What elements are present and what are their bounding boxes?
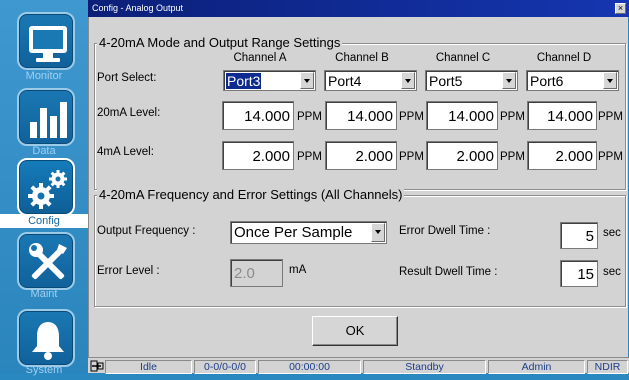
unit-label: PPM	[500, 151, 525, 163]
chevron-down-icon[interactable]	[401, 72, 415, 89]
field-value: 2.000	[456, 148, 494, 165]
connection-icon	[90, 360, 104, 372]
status-bar: Idle 0-0/0-0/0 00:00:00 Standby Admin ND…	[88, 357, 629, 374]
level-20ma-label: 20mA Level:	[97, 107, 161, 119]
gears-icon	[17, 158, 75, 216]
side-navigation: Monitor Data Config Maint System	[0, 0, 88, 376]
field-value: 2.000	[555, 148, 593, 165]
field-value: 2.000	[252, 148, 290, 165]
level-4ma-label: 4mA Level:	[97, 146, 154, 158]
level-4ma-channel-a[interactable]: 2.000	[222, 141, 294, 170]
channel-b-header: Channel B	[335, 52, 389, 64]
nav-item-system[interactable]: System	[0, 300, 88, 380]
output-frequency-label: Output Frequency :	[97, 225, 196, 237]
port-select-channel-a[interactable]: Port3	[223, 70, 316, 91]
group-title: 4-20mA Mode and Output Range Settings	[97, 35, 343, 50]
unit-label: PPM	[399, 151, 424, 163]
status-user: Admin	[488, 360, 585, 374]
field-value: 14.000	[448, 108, 494, 125]
status-counter: 0-0/0-0/0	[194, 360, 256, 374]
port-select-value: Port6	[530, 73, 564, 89]
channel-d-header: Channel D	[536, 52, 592, 64]
error-level-field[interactable]: 2.0	[230, 259, 283, 287]
channel-a-header: Channel A	[233, 52, 287, 64]
close-button[interactable]: ×	[615, 3, 626, 14]
nav-label: System	[25, 364, 63, 376]
port-select-channel-c[interactable]: Port5	[425, 70, 518, 91]
ma-unit-label: mA	[289, 264, 307, 276]
nav-item-maint[interactable]: Maint	[0, 230, 88, 310]
field-value: 2.0	[234, 265, 255, 282]
level-4ma-channel-c[interactable]: 2.000	[426, 141, 498, 170]
ok-button[interactable]: OK	[312, 316, 398, 346]
field-value: 14.000	[244, 108, 290, 125]
window-title: Config - Analog Output	[92, 3, 184, 13]
port-select-value: Port5	[429, 73, 463, 89]
result-dwell-field[interactable]: 15	[560, 260, 598, 287]
nav-label: Config	[0, 214, 88, 228]
nav-item-monitor[interactable]: Monitor	[0, 0, 88, 82]
status-sensor: NDIR	[587, 360, 628, 374]
chevron-down-icon[interactable]	[371, 223, 385, 242]
level-20ma-channel-a[interactable]: 14.000	[222, 101, 294, 130]
status-state: Idle	[105, 360, 192, 374]
field-value: 15	[577, 266, 594, 283]
port-select-channel-d[interactable]: Port6	[526, 70, 619, 91]
unit-label: PPM	[500, 111, 525, 123]
sec-unit-label: sec	[603, 227, 621, 239]
chevron-down-icon[interactable]	[502, 72, 516, 89]
chevron-down-icon[interactable]	[300, 72, 314, 89]
nav-item-data[interactable]: Data	[0, 76, 88, 157]
field-value: 14.000	[347, 108, 393, 125]
tools-icon	[17, 232, 75, 290]
window-title-bar: Config - Analog Output ×	[88, 0, 629, 17]
port-select-value: Port4	[328, 73, 362, 89]
port-select-label: Port Select:	[97, 72, 157, 84]
error-dwell-field[interactable]: 5	[560, 222, 598, 249]
error-dwell-label: Error Dwell Time :	[399, 225, 491, 237]
field-value: 5	[585, 228, 594, 245]
unit-label: PPM	[598, 151, 623, 163]
unit-label: PPM	[297, 151, 322, 163]
output-frequency-value: Once Per Sample	[234, 224, 353, 241]
nav-label: Maint	[30, 288, 58, 300]
port-select-channel-b[interactable]: Port4	[324, 70, 417, 91]
unit-label: PPM	[598, 111, 623, 123]
channel-c-header: Channel C	[435, 52, 491, 64]
bell-icon	[17, 309, 75, 367]
level-20ma-channel-c[interactable]: 14.000	[426, 101, 498, 130]
level-20ma-channel-b[interactable]: 14.000	[325, 101, 397, 130]
result-dwell-label: Result Dwell Time :	[399, 266, 498, 278]
level-4ma-channel-d[interactable]: 2.000	[527, 141, 597, 170]
port-select-value: Port3	[224, 72, 263, 90]
frequency-error-group	[94, 195, 626, 307]
status-time: 00:00:00	[258, 360, 361, 374]
bar-chart-icon	[17, 88, 75, 146]
status-mode: Standby	[363, 360, 486, 374]
level-4ma-channel-b[interactable]: 2.000	[325, 141, 397, 170]
group-title: 4-20mA Frequency and Error Settings (All…	[97, 187, 405, 202]
monitor-icon	[17, 12, 75, 70]
sec-unit-label: sec	[603, 266, 621, 278]
error-level-label: Error Level :	[97, 265, 160, 277]
unit-label: PPM	[399, 111, 424, 123]
field-value: 2.000	[355, 148, 393, 165]
unit-label: PPM	[297, 111, 322, 123]
level-20ma-channel-d[interactable]: 14.000	[527, 101, 597, 130]
field-value: 14.000	[547, 108, 593, 125]
nav-item-config[interactable]: Config	[0, 148, 88, 228]
chevron-down-icon[interactable]	[603, 72, 617, 89]
analog-output-dialog: 4-20mA Mode and Output Range Settings Ch…	[88, 17, 628, 357]
output-frequency-select[interactable]: Once Per Sample	[230, 221, 387, 244]
